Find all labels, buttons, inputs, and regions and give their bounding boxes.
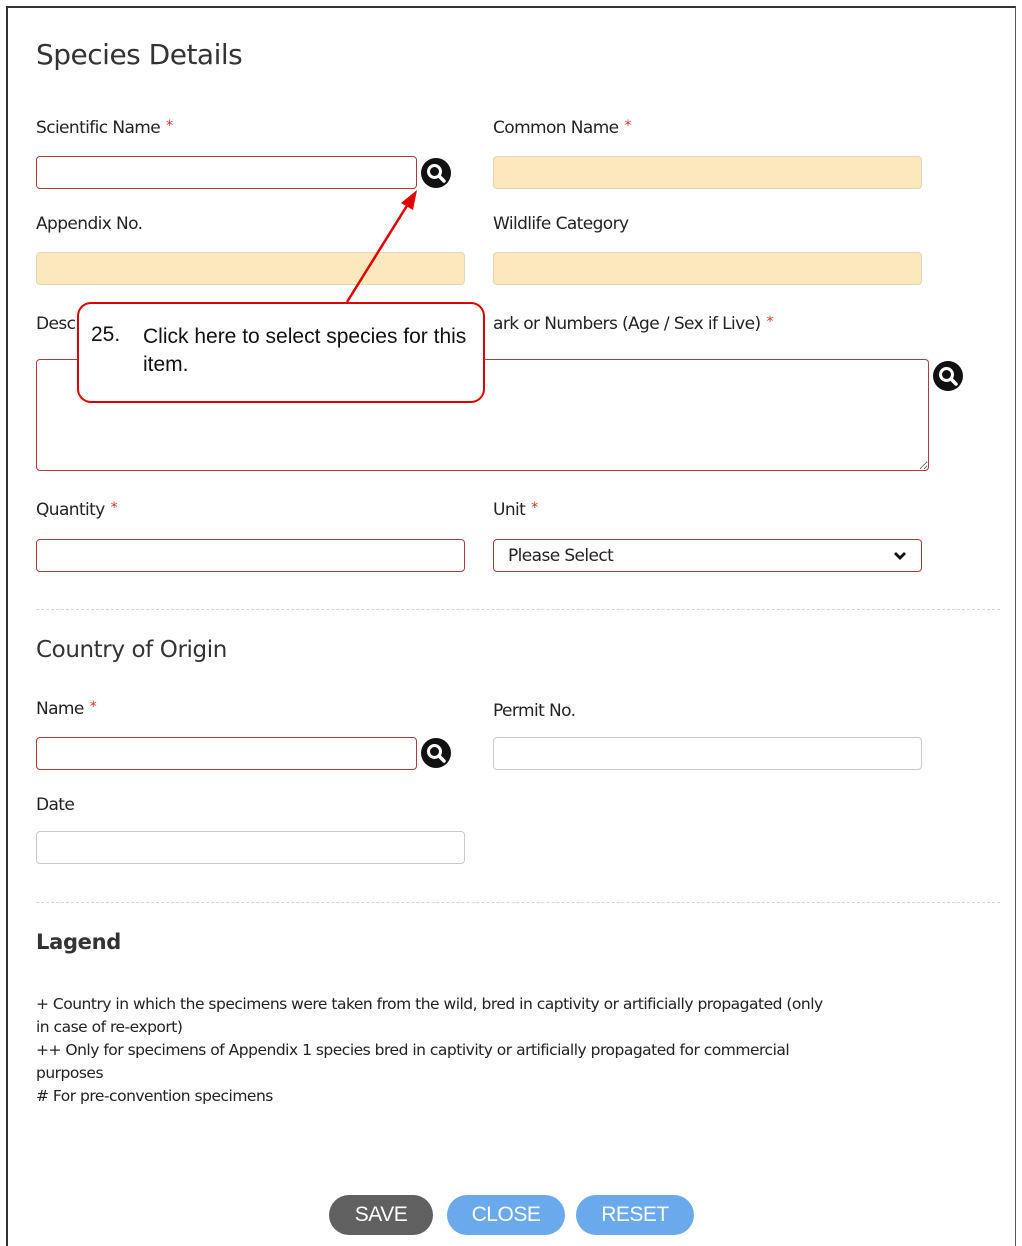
unit-selected-value: Please Select (508, 545, 614, 566)
unit-label: Unit * (493, 500, 538, 520)
permit-no-label: Permit No. (493, 701, 576, 721)
legend-line: ++ Only for specimens of Appendix 1 spec… (36, 1041, 790, 1059)
legend-text: + Country in which the specimens were ta… (36, 993, 996, 1108)
legend-line: + Country in which the specimens were ta… (36, 995, 823, 1013)
quantity-input[interactable] (36, 539, 465, 572)
close-button[interactable]: CLOSE (447, 1195, 565, 1235)
country-of-origin-title: Country of Origin (36, 637, 227, 663)
legend-line: # For pre-convention specimens (36, 1087, 273, 1105)
quantity-label: Quantity * (36, 500, 118, 520)
country-name-label: Name * (36, 699, 97, 719)
permit-no-input[interactable] (493, 737, 922, 770)
chevron-down-icon (893, 546, 907, 566)
callout-text: Click here to select species for this it… (143, 325, 467, 376)
legend-title: Lagend (36, 930, 122, 954)
quantity-label-text: Quantity (36, 500, 105, 520)
reset-button[interactable]: RESET (576, 1195, 694, 1235)
unit-label-text: Unit (493, 500, 526, 520)
date-label: Date (36, 795, 75, 815)
legend-line: purposes (36, 1064, 104, 1082)
country-name-input[interactable] (36, 737, 417, 770)
legend-line: in case of re-export) (36, 1018, 183, 1036)
callout-box: 25. Click here to select species for thi… (77, 302, 485, 403)
section-divider (36, 609, 1000, 610)
save-button[interactable]: SAVE (329, 1195, 433, 1235)
unit-select[interactable]: Please Select (493, 539, 922, 572)
required-mark: * (531, 500, 538, 516)
country-search-icon[interactable] (421, 738, 451, 768)
country-name-label-text: Name (36, 699, 84, 719)
required-mark: * (89, 699, 97, 715)
date-input[interactable] (36, 831, 465, 864)
section-divider (36, 902, 1000, 903)
callout-number: 25. (91, 323, 121, 346)
required-mark: * (110, 500, 118, 516)
